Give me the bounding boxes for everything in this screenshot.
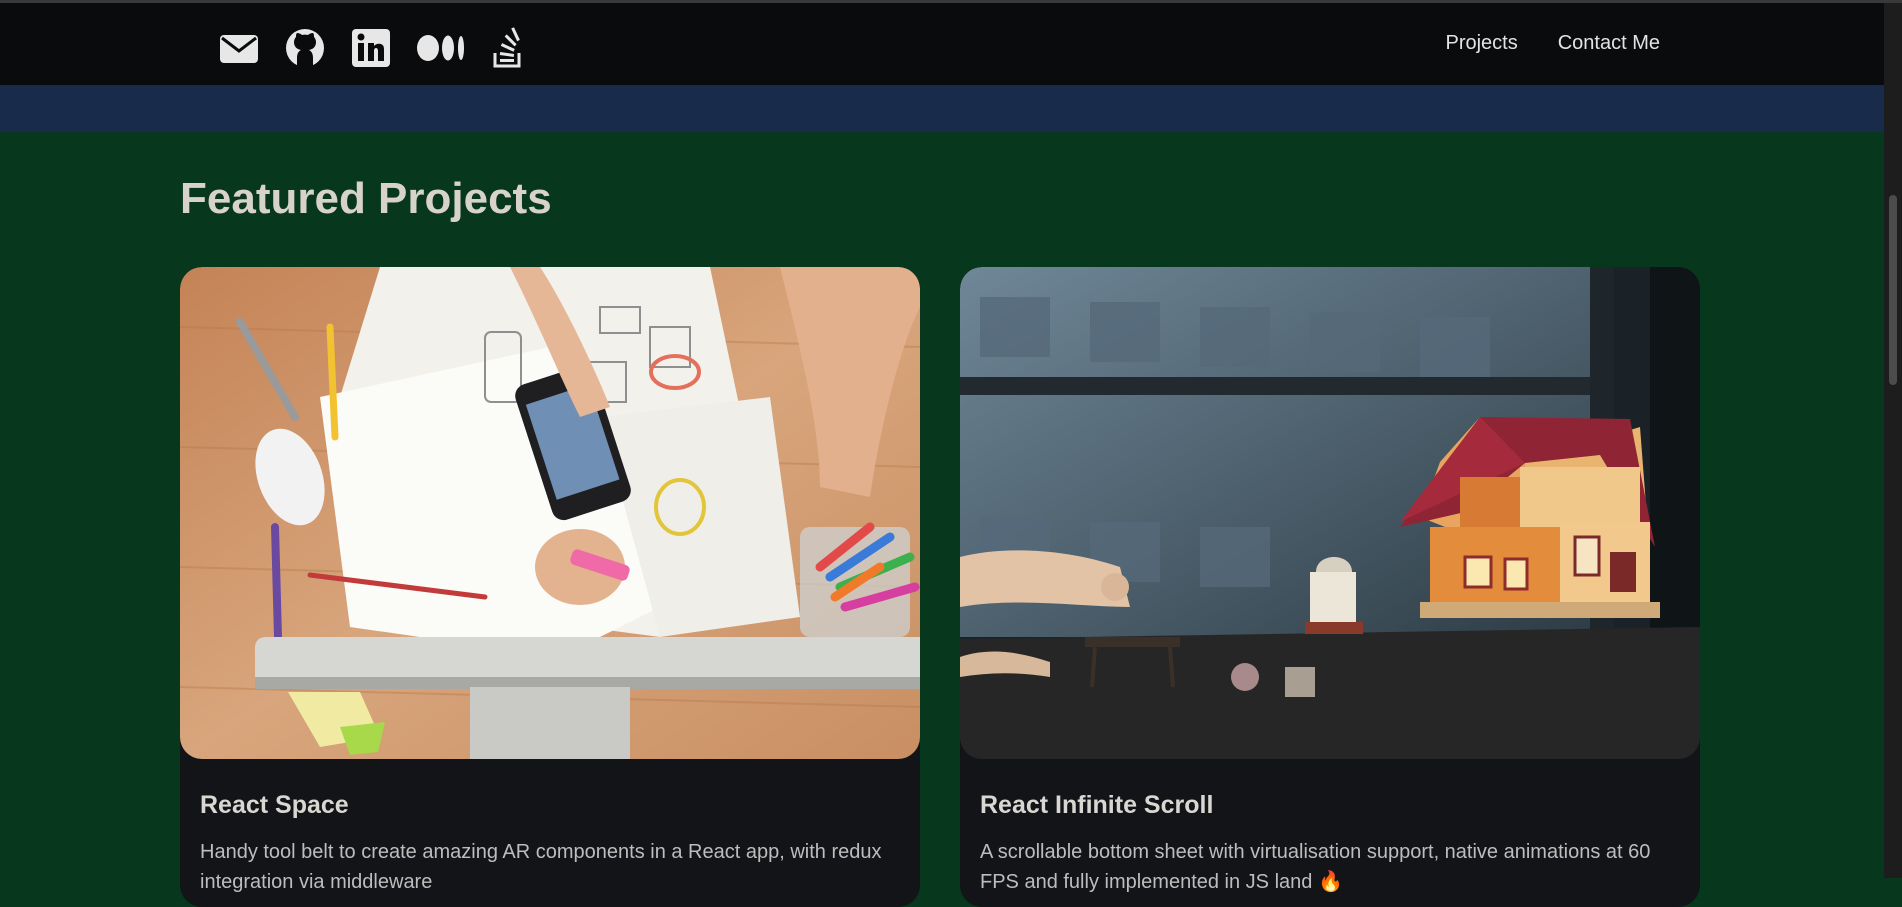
section-heading: Featured Projects [180, 174, 552, 223]
nav-link-contact[interactable]: Contact Me [1558, 32, 1660, 55]
github-icon[interactable] [284, 27, 326, 69]
navbar: Projects Contact Me [0, 3, 1884, 85]
project-image-toy-house [960, 267, 1700, 759]
hero-band [0, 85, 1884, 132]
scrollbar-thumb[interactable] [1889, 195, 1897, 385]
scrollbar[interactable] [1884, 3, 1902, 878]
project-card-react-space[interactable]: React Space Handy tool belt to create am… [180, 267, 920, 907]
mail-icon[interactable] [218, 27, 260, 69]
project-card-react-infinite-scroll[interactable]: React Infinite Scroll A scrollable botto… [960, 267, 1700, 907]
social-links [218, 27, 548, 69]
nav-link-projects[interactable]: Projects [1445, 32, 1517, 55]
stackoverflow-icon[interactable] [492, 27, 524, 69]
project-title: React Space [200, 791, 349, 819]
project-description: Handy tool belt to create amazing AR com… [200, 841, 882, 893]
medium-icon[interactable] [416, 27, 468, 69]
project-image-desk [180, 267, 920, 759]
project-description: A scrollable bottom sheet with virtualis… [980, 841, 1651, 893]
linkedin-icon[interactable] [350, 27, 392, 69]
project-title: React Infinite Scroll [980, 791, 1214, 819]
nav-links: Projects Contact Me [1405, 32, 1660, 55]
